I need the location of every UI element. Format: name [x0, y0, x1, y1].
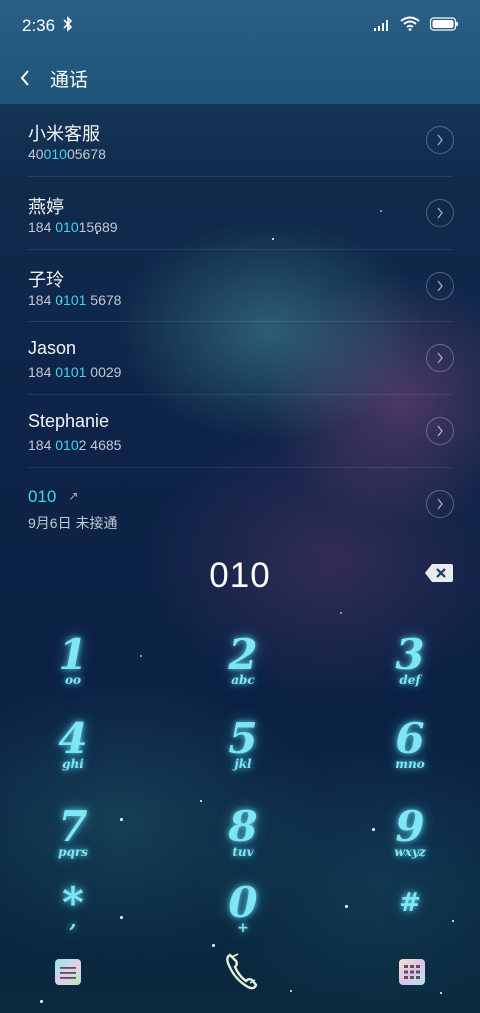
- recent-call-detail: 9月6日 未接通: [28, 514, 118, 531]
- key-4[interactable]: 4 ghi: [13, 718, 133, 800]
- phone-handset-icon: [226, 953, 258, 990]
- list-menu-icon: [55, 959, 81, 985]
- key-9[interactable]: 9 wxyz: [350, 806, 470, 888]
- contact-detail-button[interactable]: [426, 198, 454, 227]
- keypad-toggle-button[interactable]: [394, 954, 430, 990]
- contact-number: 184 0102 4685: [28, 437, 122, 454]
- back-button[interactable]: [0, 52, 50, 104]
- recent-call-row[interactable]: 010 ↗ 9月6日 未接通: [28, 468, 454, 541]
- status-time: 2:36: [22, 16, 56, 35]
- key-8[interactable]: 8 tuv: [183, 806, 303, 888]
- title-bar: 通话: [0, 52, 480, 104]
- chevron-right-icon: [437, 425, 443, 437]
- chevron-right-icon: [437, 134, 443, 146]
- contact-detail-button[interactable]: [426, 344, 454, 373]
- contact-row[interactable]: 小米客服 4001005678: [28, 104, 454, 177]
- backspace-icon: [425, 564, 453, 582]
- key-3[interactable]: 3 def: [350, 634, 470, 716]
- menu-button[interactable]: [50, 954, 86, 990]
- contact-detail-button[interactable]: [426, 417, 454, 446]
- call-list: 小米客服 4001005678 燕婷 184 01015689 子玲 184 0…: [0, 104, 480, 541]
- contact-name: 子玲: [28, 269, 64, 290]
- keypad-icon: [399, 959, 425, 985]
- chevron-left-icon: [20, 70, 29, 86]
- key-5[interactable]: 5 jkl: [183, 718, 303, 800]
- key-2[interactable]: 2 abc: [183, 634, 303, 716]
- contact-name: 燕婷: [28, 196, 64, 217]
- chevron-right-icon: [437, 280, 443, 291]
- call-button[interactable]: [218, 946, 266, 996]
- chevron-right-icon: [437, 207, 443, 219]
- contact-detail-button[interactable]: [426, 489, 454, 518]
- key-hash[interactable]: #: [350, 882, 470, 964]
- contact-row[interactable]: 燕婷 184 01015689: [28, 177, 454, 250]
- battery-icon: [429, 16, 458, 36]
- contact-number: 184 0101 5678: [28, 291, 122, 308]
- contact-name: 小米客服: [28, 124, 100, 144]
- contact-number: 184 0101 0029: [28, 364, 122, 381]
- recent-call-number: 010 ↗: [28, 486, 79, 506]
- contact-detail-button[interactable]: [426, 271, 454, 300]
- wifi-icon: [400, 16, 420, 36]
- key-star[interactable]: *,: [13, 882, 133, 964]
- page-title: 通话: [50, 69, 89, 91]
- status-bar: 2:36: [0, 0, 480, 52]
- key-6[interactable]: 6 mno: [350, 718, 470, 800]
- bluetooth-icon: [63, 15, 73, 37]
- contact-detail-button[interactable]: [426, 126, 454, 154]
- chevron-right-icon: [437, 352, 443, 364]
- signal-icon: [374, 16, 390, 36]
- dialed-number-display: 010: [209, 556, 271, 595]
- contact-number: 4001005678: [28, 146, 106, 162]
- key-7[interactable]: 7 pqrs: [13, 806, 133, 888]
- contact-name: Stephanie: [28, 411, 110, 432]
- chevron-right-icon: [437, 498, 443, 510]
- header: 2:36 通话: [0, 0, 480, 104]
- outgoing-call-icon: ↗: [68, 488, 79, 503]
- contact-name: Jason: [28, 338, 77, 359]
- contact-row[interactable]: 子玲 184 0101 5678: [28, 250, 454, 323]
- delete-button[interactable]: [424, 562, 454, 584]
- contact-row[interactable]: Jason 184 0101 0029: [28, 322, 454, 396]
- key-1[interactable]: 1 oo: [13, 634, 133, 716]
- contact-number: 184 01015689: [28, 218, 118, 235]
- contact-row[interactable]: Stephanie 184 0102 4685: [28, 395, 454, 468]
